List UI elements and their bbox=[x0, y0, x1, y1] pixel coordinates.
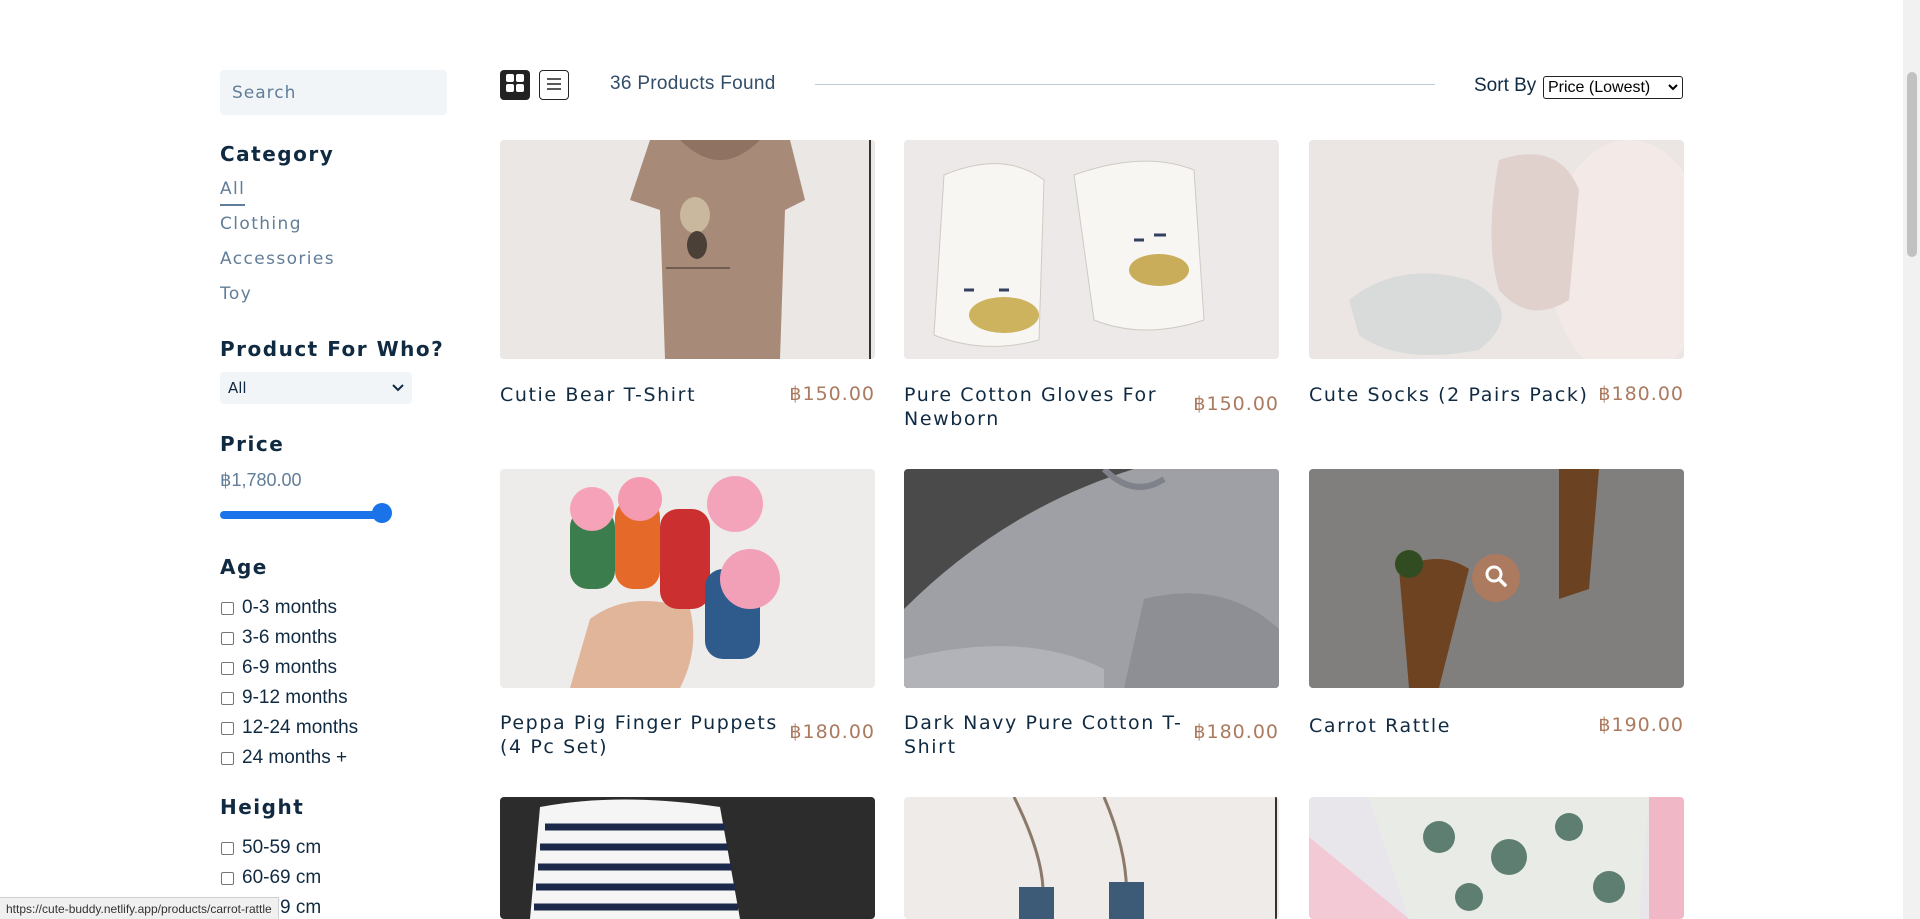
sort-label: Sort By bbox=[1474, 75, 1537, 96]
height-option: 50-59 cm bbox=[220, 833, 321, 863]
product-image[interactable] bbox=[500, 140, 875, 359]
height-option: 60-69 cm bbox=[220, 863, 321, 893]
product-name: Dark Navy Pure Cotton T-Shirt bbox=[904, 712, 1183, 758]
for-who-value: All bbox=[228, 379, 247, 397]
age-checkbox[interactable] bbox=[221, 721, 234, 735]
price-title: Price bbox=[220, 432, 285, 456]
height-checkbox[interactable] bbox=[221, 871, 234, 885]
age-option: 24 months + bbox=[220, 743, 358, 773]
age-checkbox[interactable] bbox=[221, 601, 234, 615]
product-card[interactable]: Pure Cotton Gloves For Newborn ฿150.00 bbox=[904, 140, 1279, 430]
age-checkbox[interactable] bbox=[221, 691, 234, 705]
age-checkbox[interactable] bbox=[221, 661, 234, 675]
grid-view-icon bbox=[505, 73, 525, 97]
chevron-down-icon bbox=[392, 381, 404, 395]
product-image[interactable] bbox=[1309, 797, 1684, 919]
category-clothing[interactable]: Clothing bbox=[220, 213, 335, 248]
grid-view-button[interactable] bbox=[500, 70, 530, 100]
price-value: ฿1,780.00 bbox=[220, 470, 302, 490]
category-list: All Clothing Accessories Toy bbox=[220, 178, 335, 318]
product-image[interactable] bbox=[1309, 469, 1684, 688]
product-name: Peppa Pig Finger Puppets (4 Pc Set) bbox=[500, 712, 778, 758]
age-option-label: 3-6 months bbox=[242, 627, 338, 648]
age-option: 6-9 months bbox=[220, 653, 358, 683]
page-scrollbar[interactable] bbox=[1903, 0, 1920, 919]
age-option: 3-6 months bbox=[220, 623, 358, 653]
product-card[interactable]: Peppa Pig Finger Puppets (4 Pc Set) ฿180… bbox=[500, 469, 875, 758]
age-checkbox[interactable] bbox=[221, 631, 234, 645]
age-option: 0-3 months bbox=[220, 593, 358, 623]
age-option-label: 24 months + bbox=[242, 747, 348, 768]
price-slider-track[interactable] bbox=[220, 511, 382, 519]
product-image[interactable] bbox=[500, 797, 875, 919]
height-checkbox[interactable] bbox=[221, 841, 234, 855]
age-option-label: 9-12 months bbox=[242, 687, 348, 708]
filters-sidebar: Category All Clothing Accessories Toy Pr… bbox=[220, 70, 460, 918]
age-checkbox[interactable] bbox=[221, 751, 234, 765]
chevron-down-icon bbox=[1668, 82, 1678, 94]
height-option-label: 60-69 cm bbox=[242, 867, 322, 888]
product-image[interactable] bbox=[500, 469, 875, 688]
product-price: ฿180.00 bbox=[1598, 383, 1684, 405]
age-option-label: 0-3 months bbox=[242, 597, 338, 618]
product-card[interactable] bbox=[1309, 797, 1684, 919]
sort-select[interactable]: Price (Lowest) bbox=[1543, 76, 1683, 99]
for-who-title: Product For Who? bbox=[220, 337, 445, 361]
link-status-bar: https://cute-buddy.netlify.app/products/… bbox=[0, 897, 279, 919]
category-toy[interactable]: Toy bbox=[220, 283, 335, 318]
search-icon bbox=[1484, 564, 1508, 592]
product-image[interactable] bbox=[904, 469, 1279, 688]
height-option-label: 50-59 cm bbox=[242, 837, 322, 858]
product-card[interactable] bbox=[500, 797, 875, 919]
age-option-label: 12-24 months bbox=[242, 717, 359, 738]
age-option-label: 6-9 months bbox=[242, 657, 338, 678]
product-image[interactable] bbox=[904, 797, 1279, 919]
toolbar-divider bbox=[815, 84, 1435, 85]
category-title: Category bbox=[220, 142, 335, 166]
age-options: 0-3 months 3-6 months 6-9 months 9-12 mo… bbox=[220, 593, 358, 773]
product-price: ฿180.00 bbox=[1193, 721, 1279, 743]
product-name: Cutie Bear T-Shirt bbox=[500, 384, 697, 406]
scrollbar-thumb[interactable] bbox=[1907, 72, 1917, 257]
product-card[interactable] bbox=[904, 797, 1279, 919]
age-option: 9-12 months bbox=[220, 683, 358, 713]
view-product-button[interactable] bbox=[1472, 554, 1520, 602]
list-view-icon bbox=[546, 76, 562, 95]
product-name: Cute Socks (2 Pairs Pack) bbox=[1309, 384, 1589, 406]
product-price: ฿150.00 bbox=[789, 383, 875, 405]
category-accessories[interactable]: Accessories bbox=[220, 248, 335, 283]
product-price: ฿150.00 bbox=[1193, 393, 1279, 415]
price-slider-thumb[interactable] bbox=[372, 503, 392, 523]
list-view-button[interactable] bbox=[539, 70, 569, 100]
product-image[interactable] bbox=[904, 140, 1279, 359]
height-title: Height bbox=[220, 795, 305, 819]
product-price: ฿180.00 bbox=[789, 721, 875, 743]
product-image[interactable] bbox=[1309, 140, 1684, 359]
product-card[interactable]: Cutie Bear T-Shirt ฿150.00 bbox=[500, 140, 875, 406]
product-card[interactable]: Dark Navy Pure Cotton T-Shirt ฿180.00 bbox=[904, 469, 1279, 758]
sort-value: Price (Lowest) bbox=[1548, 78, 1651, 96]
product-card[interactable]: Cute Socks (2 Pairs Pack) ฿180.00 bbox=[1309, 140, 1684, 406]
product-name: Pure Cotton Gloves For Newborn bbox=[904, 384, 1158, 430]
products-found-count: 36 Products Found bbox=[610, 73, 776, 94]
product-card[interactable]: Carrot Rattle ฿190.00 bbox=[1309, 469, 1684, 737]
product-name: Carrot Rattle bbox=[1309, 715, 1451, 737]
for-who-select[interactable]: All bbox=[220, 372, 412, 404]
products-page: Category All Clothing Accessories Toy Pr… bbox=[0, 0, 1920, 919]
product-price: ฿190.00 bbox=[1598, 714, 1684, 736]
category-all[interactable]: All bbox=[220, 178, 335, 213]
age-title: Age bbox=[220, 555, 268, 579]
age-option: 12-24 months bbox=[220, 713, 358, 743]
search-input[interactable] bbox=[220, 70, 447, 115]
